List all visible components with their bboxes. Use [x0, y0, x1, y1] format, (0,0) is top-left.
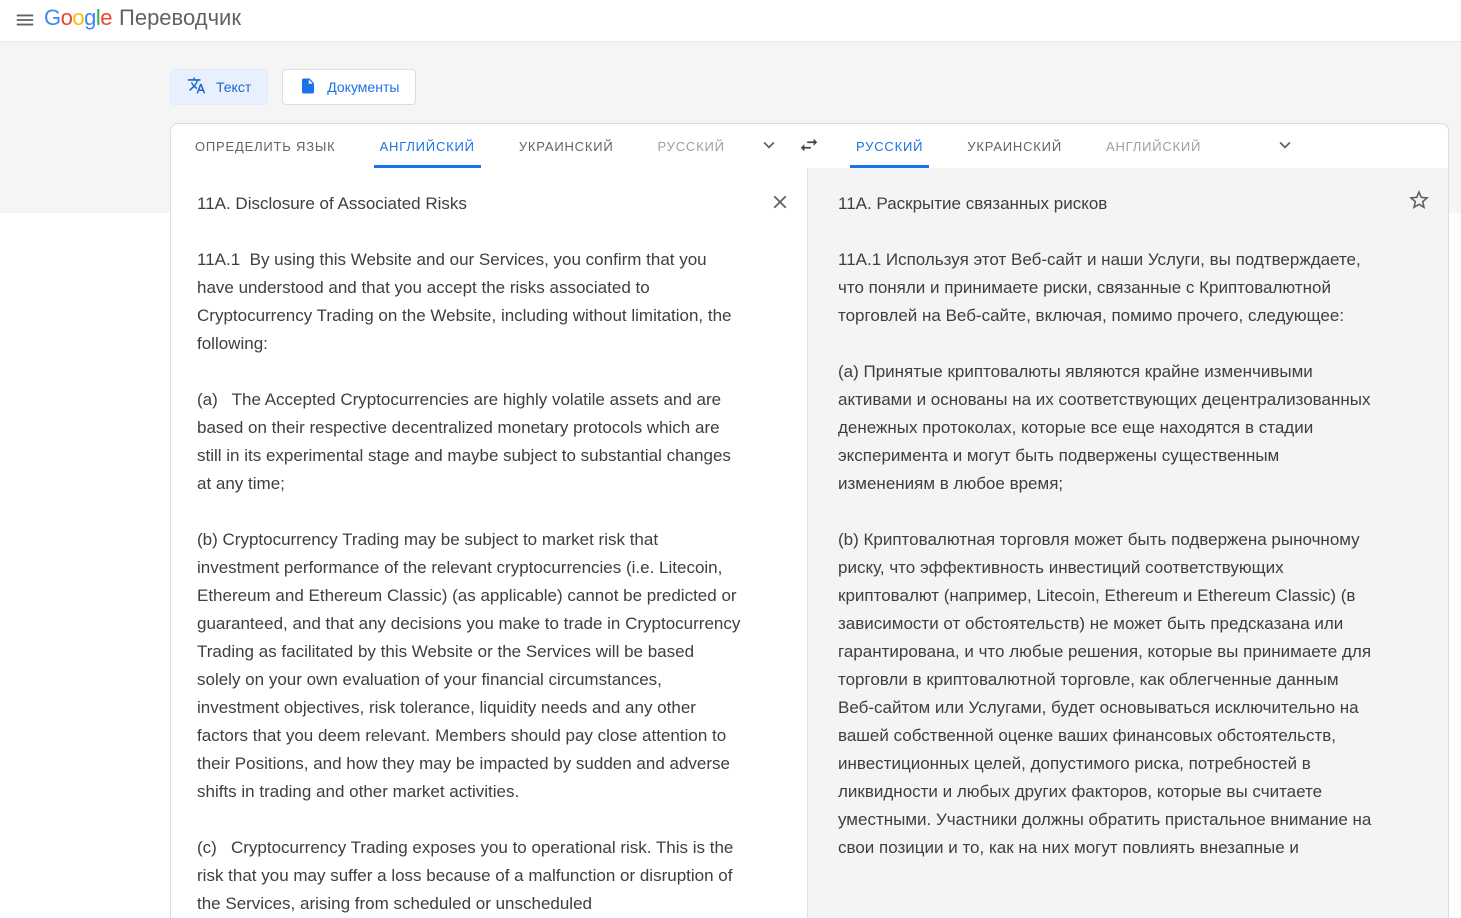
document-icon	[299, 77, 317, 98]
translation-paragraph: (a) Принятые криптовалюты являются крайн…	[838, 362, 1376, 493]
translation-paragraph: (b) Криптовалютная торговля может быть п…	[838, 530, 1377, 857]
source-paragraph: (a) The Accepted Cryptocurrencies are hi…	[197, 390, 736, 493]
target-language-tabs: РУССКИЙ УКРАИНСКИЙ АНГЛИЙСКИЙ	[834, 124, 1307, 168]
swap-languages-button[interactable]	[789, 126, 829, 166]
clear-source-text-button[interactable]	[767, 190, 793, 216]
close-icon	[769, 191, 791, 216]
documents-mode-label: Документы	[327, 79, 400, 95]
text-mode-button[interactable]: Текст	[170, 69, 269, 105]
logo-letter: e	[100, 5, 113, 30]
menu-icon	[14, 9, 36, 34]
logo-letter: o	[60, 5, 73, 30]
swap-horizontal-icon	[798, 134, 820, 159]
tab-detect-language[interactable]: ОПРЕДЕЛИТЬ ЯЗЫК	[173, 124, 358, 168]
logo-letter: o	[72, 5, 85, 30]
translation-panels: 11A. Disclosure of Associated Risks 11A.…	[171, 168, 1448, 918]
save-translation-star-button[interactable]	[1406, 188, 1432, 214]
translation-card: ОПРЕДЕЛИТЬ ЯЗЫК АНГЛИЙСКИЙ УКРАИНСКИЙ РУ…	[170, 123, 1449, 918]
source-text-panel[interactable]: 11A. Disclosure of Associated Risks 11A.…	[171, 168, 807, 918]
source-language-tabs: ОПРЕДЕЛИТЬ ЯЗЫК АНГЛИЙСКИЙ УКРАИНСКИЙ РУ…	[173, 124, 791, 168]
language-tabbar: ОПРЕДЕЛИТЬ ЯЗЫК АНГЛИЙСКИЙ УКРАИНСКИЙ РУ…	[171, 124, 1448, 169]
source-language-dropdown-button[interactable]	[747, 124, 791, 168]
translate-icon	[187, 76, 206, 98]
chevron-down-icon	[1274, 134, 1296, 159]
app-header: G o o g l e Переводчик	[0, 0, 1461, 42]
documents-mode-button[interactable]: Документы	[282, 69, 417, 105]
tab-target-english[interactable]: АНГЛИЙСКИЙ	[1084, 124, 1223, 168]
tab-target-ukrainian[interactable]: УКРАИНСКИЙ	[945, 124, 1084, 168]
tab-source-english[interactable]: АНГЛИЙСКИЙ	[358, 124, 497, 168]
logo-letter: G	[44, 5, 61, 30]
tab-source-ukrainian[interactable]: УКРАИНСКИЙ	[497, 124, 636, 168]
translation-paragraph: 11A.1 Используя этот Веб-сайт и наши Усл…	[838, 250, 1366, 325]
translation-result-panel: 11A. Раскрытие связанных рисков 11A.1 Ис…	[807, 168, 1448, 918]
target-language-dropdown-button[interactable]	[1263, 124, 1307, 168]
google-translate-logo[interactable]: G o o g l e Переводчик	[44, 5, 241, 31]
product-name: Переводчик	[119, 5, 241, 30]
logo-letter: g	[84, 5, 96, 30]
translation-title: 11A. Раскрытие связанных рисков	[838, 194, 1108, 213]
source-paragraph: (c) Cryptocurrency Trading exposes you t…	[197, 838, 739, 913]
star-outline-icon	[1407, 188, 1431, 215]
source-paragraph: (b) Cryptocurrency Trading may be subjec…	[197, 530, 745, 801]
tab-source-russian[interactable]: РУССКИЙ	[636, 124, 747, 168]
mode-switcher: Текст Документы	[170, 69, 417, 105]
tab-target-russian[interactable]: РУССКИЙ	[834, 124, 945, 168]
chevron-down-icon	[758, 134, 780, 159]
source-paragraph: 11A.1 By using this Website and our Serv…	[197, 250, 737, 353]
hamburger-menu-button[interactable]	[8, 4, 42, 38]
source-title: 11A. Disclosure of Associated Risks	[197, 194, 467, 213]
text-mode-label: Текст	[216, 79, 252, 95]
google-translate-page: G o o g l e Переводчик Текст Документы О…	[0, 0, 1461, 918]
